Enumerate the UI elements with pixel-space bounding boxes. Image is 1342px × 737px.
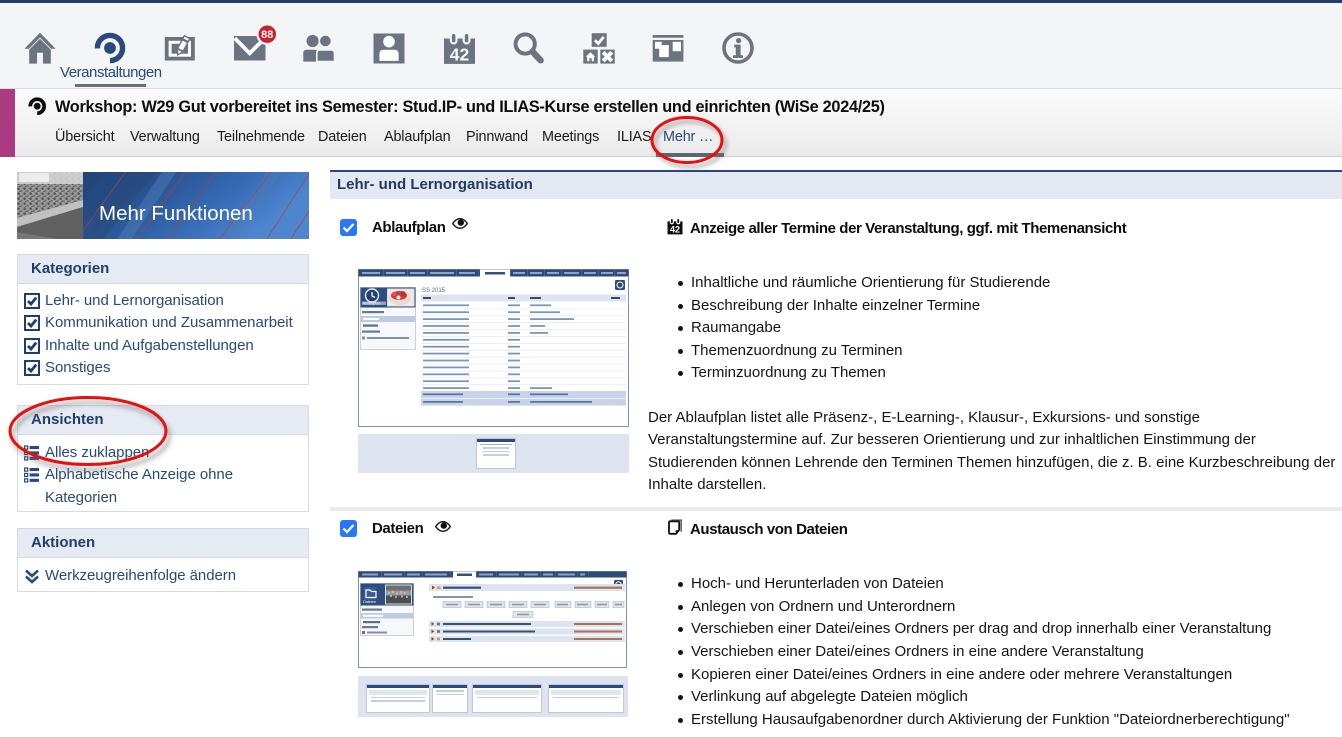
svg-text:42: 42 — [450, 44, 470, 64]
svg-text:Mehr Funktionen: Mehr Funktionen — [99, 202, 253, 225]
svg-text:88: 88 — [261, 29, 273, 41]
svg-text:Ablaufplan: Ablaufplan — [363, 302, 381, 306]
svg-text:Dateien: Dateien — [363, 600, 376, 604]
svg-text:42: 42 — [670, 225, 680, 235]
svg-text:SS 2015: SS 2015 — [422, 288, 446, 294]
